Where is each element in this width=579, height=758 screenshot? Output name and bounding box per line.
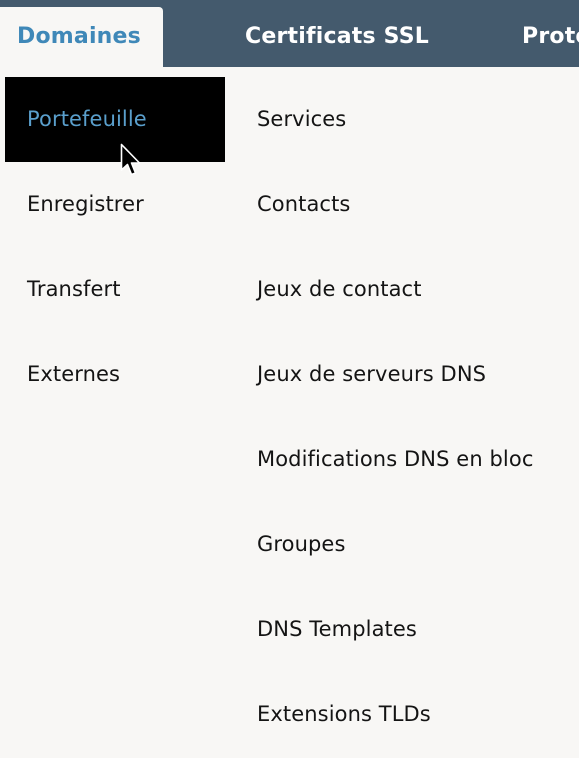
menu-item-transfert[interactable]: Transfert — [27, 271, 121, 307]
top-navigation-bar: Domaines Certificats SSL Prote — [0, 0, 579, 67]
menu-item-groupes[interactable]: Groupes — [257, 526, 346, 562]
tab-protection[interactable]: Prote — [522, 7, 579, 67]
menu-item-services[interactable]: Services — [257, 101, 346, 137]
menu-item-jeux-de-serveurs-dns[interactable]: Jeux de serveurs DNS — [257, 356, 486, 392]
tab-domaines[interactable]: Domaines — [0, 7, 163, 67]
menu-item-externes[interactable]: Externes — [27, 356, 120, 392]
menu-item-extensions-tlds[interactable]: Extensions TLDs — [257, 696, 431, 732]
menu-item-jeux-de-contact[interactable]: Jeux de contact — [257, 271, 422, 307]
mouse-pointer-icon — [120, 143, 141, 176]
domaines-dropdown-menu: Portefeuille Enregistrer Transfert Exter… — [0, 67, 579, 758]
menu-item-modifications-dns-en-bloc[interactable]: Modifications DNS en bloc — [257, 441, 533, 477]
tab-certificats-ssl[interactable]: Certificats SSL — [245, 7, 429, 67]
menu-item-portefeuille[interactable]: Portefeuille — [27, 101, 147, 137]
menu-item-enregistrer[interactable]: Enregistrer — [27, 186, 144, 222]
menu-item-dns-templates[interactable]: DNS Templates — [257, 611, 417, 647]
menu-item-contacts[interactable]: Contacts — [257, 186, 350, 222]
